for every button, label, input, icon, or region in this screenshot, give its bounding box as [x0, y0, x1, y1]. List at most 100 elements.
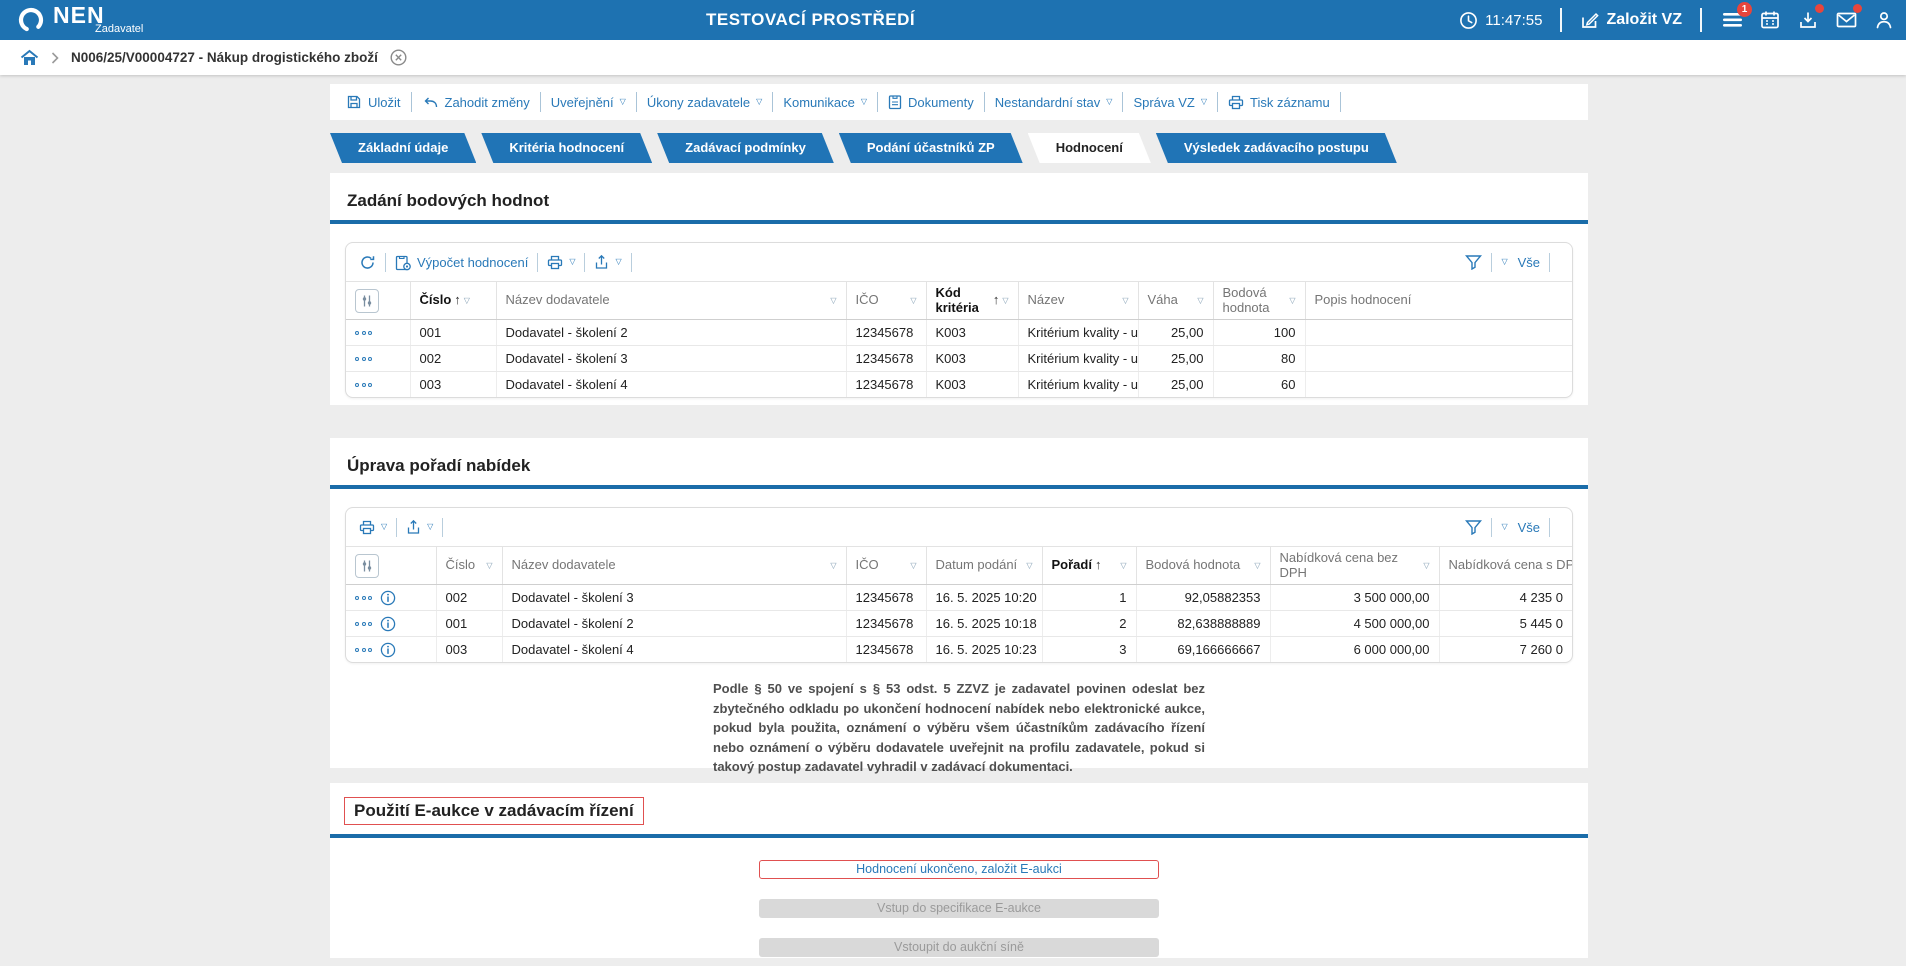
nonstandard-state-menu[interactable]: Nestandardní stav ▽ [995, 95, 1113, 110]
column-settings-header[interactable] [346, 547, 436, 585]
grid-print-button[interactable]: ▽ [359, 520, 387, 535]
refresh-button[interactable] [359, 254, 376, 271]
column-filter-icon[interactable]: ▽ [1122, 296, 1128, 305]
header-dodavatel[interactable]: Název dodavatele▽ [496, 282, 846, 320]
tab[interactable]: Podání účastníků ZP [839, 133, 1023, 163]
row-menu-icon[interactable] [355, 357, 372, 361]
column-filter-icon[interactable]: ▽ [1197, 296, 1203, 305]
scoring-table-row[interactable]: 003 Dodavatel - školení 4 12345678 K003 … [346, 372, 1572, 398]
column-filter-icon[interactable]: ▽ [1423, 561, 1429, 570]
publishing-label: Uveřejnění [551, 95, 614, 110]
column-filter-icon[interactable]: ▽ [910, 296, 916, 305]
close-record-icon[interactable] [390, 49, 407, 66]
column-filter-icon[interactable]: ▽ [1254, 561, 1260, 570]
ordering-table-row[interactable]: 001 Dodavatel - školení 2 12345678 16. 5… [346, 611, 1572, 637]
server-time: 11:47:55 [1459, 11, 1542, 30]
finish-evaluation-create-eauction-button[interactable]: Hodnocení ukončeno, založit E-aukci [759, 860, 1159, 879]
grid-export-button[interactable]: ▽ [406, 519, 433, 535]
contracting-actions-menu[interactable]: Úkony zadavatele ▽ [647, 95, 763, 110]
show-all-control[interactable]: ▽ Vše [1501, 520, 1540, 535]
header-cislo[interactable]: Číslo↑▽ [410, 282, 496, 320]
tab[interactable]: Základní údaje [330, 133, 476, 163]
header-cena-s-dph[interactable]: Nabídková cena s DPH [1439, 547, 1572, 585]
grid-export-button[interactable]: ▽ [594, 254, 621, 270]
tab[interactable]: Hodnocení [1028, 133, 1151, 163]
column-filter-icon[interactable]: ▽ [1289, 296, 1295, 305]
header-cislo[interactable]: Číslo▽ [436, 547, 502, 585]
header-ico[interactable]: IČO▽ [846, 282, 926, 320]
info-icon[interactable] [380, 616, 396, 632]
home-icon[interactable] [20, 49, 39, 66]
toolbar-divider [1340, 92, 1341, 112]
save-button[interactable]: Uložit [346, 94, 401, 110]
scoring-table-row[interactable]: 001 Dodavatel - školení 2 12345678 K003 … [346, 320, 1572, 346]
column-filter-icon[interactable]: ▽ [910, 561, 916, 570]
section-ordering: Úprava pořadí nabídek ▽ ▽ ▽ Vše [330, 438, 1588, 768]
downloads-button[interactable] [1796, 8, 1820, 32]
header-cena-bez-dph[interactable]: Nabídková cena bez DPH▽ [1270, 547, 1439, 585]
compute-evaluation-button[interactable]: Výpočet hodnocení [395, 254, 528, 271]
column-filter-icon[interactable]: ▽ [486, 561, 492, 570]
column-filter-icon[interactable]: ▽ [1026, 561, 1032, 570]
sort-asc-icon: ↑ [454, 293, 461, 308]
column-filter-icon[interactable]: ▽ [1002, 296, 1008, 305]
save-icon [346, 94, 362, 110]
filter-button[interactable] [1465, 254, 1482, 270]
column-filter-icon[interactable]: ▽ [830, 296, 836, 305]
tab[interactable]: Zadávací podmínky [657, 133, 834, 163]
header-dodavatel[interactable]: Název dodavatele▽ [502, 547, 846, 585]
messages-button[interactable] [1834, 8, 1858, 32]
info-icon[interactable] [380, 590, 396, 606]
section-eauction-title: Použití E-aukce v zadávacím řízení [344, 797, 644, 825]
header-kod-kriteria[interactable]: Kód kritéria↑▽ [926, 282, 1018, 320]
show-all-label: Vše [1518, 520, 1540, 535]
row-menu-icon[interactable] [355, 648, 372, 652]
toolbar-divider [537, 253, 538, 272]
header-ico[interactable]: IČO▽ [846, 547, 926, 585]
communication-menu[interactable]: Komunikace ▽ [783, 95, 867, 110]
header-popis-hodnoceni[interactable]: Popis hodnocení [1305, 282, 1572, 320]
column-filter-icon[interactable]: ▽ [464, 296, 470, 305]
filter-button[interactable] [1465, 519, 1482, 535]
toolbar-divider [877, 92, 878, 112]
header-poradi[interactable]: Pořadí↑▽ [1042, 547, 1136, 585]
show-all-control[interactable]: ▽ Vše [1501, 255, 1540, 270]
publishing-menu[interactable]: Uveřejnění ▽ [551, 95, 626, 110]
toolbar-divider [442, 518, 443, 537]
user-button[interactable] [1872, 8, 1896, 32]
documents-button[interactable]: Dokumenty [888, 94, 974, 110]
header-datum-podani[interactable]: Datum podání▽ [926, 547, 1042, 585]
section-rule [330, 834, 1588, 838]
row-menu-icon[interactable] [355, 596, 372, 600]
show-all-label: Vše [1518, 255, 1540, 270]
toolbar-divider [396, 518, 397, 537]
column-filter-icon[interactable]: ▽ [1120, 561, 1126, 570]
vz-administration-menu[interactable]: Správa VZ ▽ [1133, 95, 1207, 110]
calendar-button[interactable] [1758, 8, 1782, 32]
nonstandard-state-label: Nestandardní stav [995, 95, 1101, 110]
column-settings-header[interactable] [346, 282, 410, 320]
discard-changes-button[interactable]: Zahodit změny [422, 95, 530, 110]
nen-logo[interactable]: NEN Zadavatel [16, 4, 143, 35]
row-menu-icon[interactable] [355, 331, 372, 335]
header-bodova-hodnota[interactable]: Bodová hodnota▽ [1136, 547, 1270, 585]
create-vz-button[interactable]: Založit VZ [1580, 11, 1682, 30]
caret-down-icon: ▽ [615, 258, 621, 266]
row-menu-icon[interactable] [355, 383, 372, 387]
breadcrumb-record-title[interactable]: N006/25/V00004727 - Nákup drogistického … [71, 50, 378, 65]
info-icon[interactable] [380, 642, 396, 658]
menu-button[interactable]: 1 [1720, 8, 1744, 32]
scoring-table-row[interactable]: 002 Dodavatel - školení 3 12345678 K003 … [346, 346, 1572, 372]
grid-print-button[interactable]: ▽ [547, 255, 575, 270]
ordering-table-row[interactable]: 002 Dodavatel - školení 3 12345678 16. 5… [346, 585, 1572, 611]
row-menu-icon[interactable] [355, 622, 372, 626]
tab[interactable]: Výsledek zadávacího postupu [1156, 133, 1397, 163]
print-record-button[interactable]: Tisk záznamu [1228, 95, 1330, 110]
header-bodova-hodnota[interactable]: Bodová hodnota▽ [1213, 282, 1305, 320]
header-vaha[interactable]: Váha▽ [1138, 282, 1213, 320]
header-nazev[interactable]: Název▽ [1018, 282, 1138, 320]
column-filter-icon[interactable]: ▽ [830, 561, 836, 570]
tab[interactable]: Kritéria hodnocení [481, 133, 652, 163]
menu-badge: 1 [1737, 2, 1752, 17]
ordering-table-row[interactable]: 003 Dodavatel - školení 4 12345678 16. 5… [346, 637, 1572, 663]
